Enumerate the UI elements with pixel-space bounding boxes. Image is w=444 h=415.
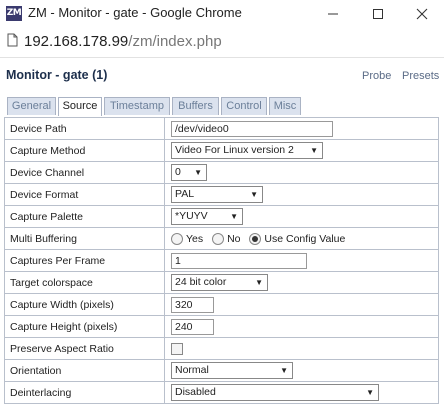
dropdown-caret-icon: ▼ [255, 278, 263, 287]
form-row: Deinterlacing Disabled ▼ [4, 381, 439, 404]
capture-method-select[interactable]: Video For Linux version 2 ▼ [171, 142, 323, 159]
maximize-icon [373, 8, 383, 19]
device-format-label: Device Format [4, 183, 165, 206]
tab-source[interactable]: Source [58, 97, 102, 116]
capture-height-input[interactable]: 240 [171, 318, 214, 335]
tab-general[interactable]: General [7, 97, 56, 115]
dropdown-caret-icon: ▼ [280, 366, 288, 375]
captures-per-frame-input[interactable]: 1 [171, 252, 307, 269]
orientation-label: Orientation [4, 359, 165, 382]
deinterlacing-label: Deinterlacing [4, 381, 165, 404]
url-text[interactable]: 192.168.178.99/zm/index.php [24, 33, 222, 50]
form-row: Capture Method Video For Linux version 2… [4, 139, 439, 162]
window-title: ZM - Monitor - gate - Google Chrome [28, 5, 242, 20]
close-button[interactable] [400, 0, 444, 27]
target-colorspace-select[interactable]: 24 bit color ▼ [171, 274, 268, 291]
preserve-aspect-checkbox[interactable] [171, 342, 183, 355]
multi-buffering-no-radio[interactable] [212, 232, 225, 245]
target-colorspace-label: Target colorspace [4, 271, 165, 294]
tab-control[interactable]: Control [221, 97, 267, 115]
capture-palette-value: *YUYV [175, 210, 208, 222]
minimize-button[interactable] [311, 0, 355, 27]
form-row: Capture Height (pixels) 240 [4, 315, 439, 338]
multi-buffering-config-label: Use Config Value [264, 232, 346, 245]
dropdown-caret-icon: ▼ [366, 388, 374, 397]
captures-per-frame-label: Captures Per Frame [4, 249, 165, 272]
form-row: Target colorspace 24 bit color ▼ [4, 271, 439, 294]
presets-link[interactable]: Presets [402, 70, 439, 82]
form-row: Multi Buffering Yes No Use Config Value [4, 227, 439, 250]
orientation-value: Normal [175, 364, 209, 376]
multi-buffering-yes-label: Yes [186, 232, 204, 245]
document-icon [7, 33, 18, 47]
device-format-value: PAL [175, 188, 195, 200]
deinterlacing-value: Disabled [175, 386, 216, 398]
device-channel-select[interactable]: 0 ▼ [171, 164, 207, 181]
form-row: Preserve Aspect Ratio [4, 337, 439, 360]
dropdown-caret-icon: ▼ [310, 146, 318, 155]
zm-logo-icon: ZM [6, 6, 22, 21]
capture-method-value: Video For Linux version 2 [175, 144, 294, 156]
tab-misc[interactable]: Misc [269, 97, 301, 115]
tab-buffers[interactable]: Buffers [172, 97, 219, 115]
form-row: Device Channel 0 ▼ [4, 161, 439, 184]
orientation-select[interactable]: Normal ▼ [171, 362, 293, 379]
form-row: Orientation Normal ▼ [4, 359, 439, 382]
form-row: Capture Palette *YUYV ▼ [4, 205, 439, 228]
multi-buffering-no-label: No [227, 232, 241, 245]
device-format-select[interactable]: PAL ▼ [171, 186, 263, 203]
capture-palette-label: Capture Palette [4, 205, 165, 228]
dropdown-caret-icon: ▼ [230, 212, 238, 221]
close-icon [416, 8, 428, 19]
device-path-input[interactable]: /dev/video0 [171, 120, 333, 137]
capture-height-label: Capture Height (pixels) [4, 315, 165, 338]
multi-buffering-label: Multi Buffering [4, 227, 165, 250]
form-row: Device Path /dev/video0 [4, 117, 439, 140]
minimize-icon [328, 13, 338, 14]
source-settings-form: Device Path /dev/video0 Capture Method V… [4, 117, 439, 404]
multi-buffering-config-radio[interactable] [249, 232, 262, 245]
capture-width-input[interactable]: 320 [171, 296, 214, 313]
deinterlacing-select[interactable]: Disabled ▼ [171, 384, 379, 401]
preserve-aspect-label: Preserve Aspect Ratio [4, 337, 165, 360]
url-host: 192.168.178.99 [24, 33, 129, 50]
device-channel-value: 0 [175, 166, 181, 178]
capture-method-label: Capture Method [4, 139, 165, 162]
url-path: /zm/index.php [128, 33, 222, 50]
page-title: Monitor - gate (1) [6, 68, 108, 82]
form-row: Capture Width (pixels) 320 [4, 293, 439, 316]
dropdown-caret-icon: ▼ [194, 168, 202, 177]
device-path-label: Device Path [4, 117, 165, 140]
window-titlebar: ZM ZM - Monitor - gate - Google Chrome [0, 0, 444, 27]
page-content: Monitor - gate (1) Probe Presets General… [0, 57, 444, 415]
dropdown-caret-icon: ▼ [250, 190, 258, 199]
tab-timestamp[interactable]: Timestamp [104, 97, 170, 115]
capture-width-label: Capture Width (pixels) [4, 293, 165, 316]
multi-buffering-yes-radio[interactable] [171, 232, 183, 245]
capture-palette-select[interactable]: *YUYV ▼ [171, 208, 243, 225]
maximize-button[interactable] [356, 0, 400, 27]
target-colorspace-value: 24 bit color [175, 276, 227, 288]
form-row: Device Format PAL ▼ [4, 183, 439, 206]
form-row: Captures Per Frame 1 [4, 249, 439, 272]
device-channel-label: Device Channel [4, 161, 165, 184]
probe-link[interactable]: Probe [362, 70, 391, 82]
